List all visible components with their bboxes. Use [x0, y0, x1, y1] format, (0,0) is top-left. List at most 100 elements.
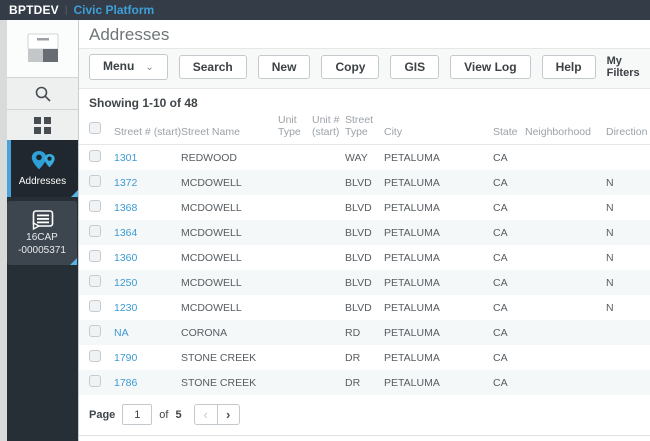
cell-street-num: 1368: [114, 195, 181, 220]
row-checkbox[interactable]: [89, 300, 101, 312]
table-body: 1301 REDWOOD WAY PETALUMA CA 1372 MCDOWE…: [79, 145, 650, 395]
total-pages: 5: [175, 408, 182, 421]
menu-button[interactable]: Menu ⌄: [89, 54, 168, 80]
sidebar-tab-record[interactable]: 16CAP -00005371: [7, 201, 77, 265]
row-checkbox[interactable]: [89, 375, 101, 387]
select-all-cell: [79, 110, 114, 145]
cell-state: CA: [493, 270, 525, 295]
cell-direction: N: [606, 170, 650, 195]
record-newspaper-icon: [32, 209, 53, 230]
street-num-link[interactable]: 1250: [114, 277, 137, 289]
cell-unit-type: [278, 220, 312, 245]
page-number-input[interactable]: [122, 404, 153, 425]
cell-street-name: MCDOWELL: [181, 301, 242, 314]
cell-city: PETALUMA: [384, 151, 440, 164]
cell-street-name: STONE CREEK: [181, 351, 257, 364]
view-log-button[interactable]: View Log: [450, 55, 531, 79]
next-page-button[interactable]: ›: [216, 404, 240, 425]
product-name-link[interactable]: Civic Platform: [73, 3, 154, 17]
street-num-link[interactable]: 1786: [114, 377, 137, 389]
cell-unit-type: [278, 245, 312, 270]
launchpad-logo-button[interactable]: [7, 20, 78, 78]
cell-state: CA: [493, 251, 508, 264]
previous-page-button[interactable]: ‹: [193, 404, 217, 425]
row-checkbox[interactable]: [89, 175, 101, 187]
search-button[interactable]: Search: [178, 55, 247, 79]
row-checkbox[interactable]: [89, 250, 101, 262]
row-checkbox[interactable]: [89, 200, 101, 212]
cell-city: PETALUMA: [384, 201, 440, 214]
sidebar-tab-addresses[interactable]: Addresses: [7, 140, 78, 197]
of-label: of: [159, 408, 169, 421]
cell-unit-num: [312, 145, 345, 171]
cell-street-type: BLVD: [345, 301, 372, 314]
street-num-link[interactable]: NA: [114, 327, 129, 339]
row-checkbox[interactable]: [89, 275, 101, 287]
cell-unit-num: [312, 270, 345, 295]
row-checkbox[interactable]: [89, 225, 101, 237]
cell-neighborhood: [525, 245, 606, 270]
cell-street-num: 1786: [114, 370, 181, 395]
street-num-link[interactable]: 1360: [114, 252, 137, 264]
page-title: Addresses: [79, 20, 650, 49]
result-count: Showing 1-10 of 48: [89, 96, 198, 110]
row-checkbox[interactable]: [89, 325, 101, 337]
open-tabs-rail: Addresses 16CAP -00005371: [7, 140, 78, 441]
street-num-link[interactable]: 1364: [114, 227, 137, 239]
cell-direction: N: [606, 270, 650, 295]
cell-unit-type: [278, 195, 312, 220]
gis-button[interactable]: GIS: [390, 55, 440, 79]
table-header-row: Street # (start) Street Name Unit Type U…: [79, 110, 650, 145]
col-direction: Direction: [606, 110, 650, 145]
copy-button[interactable]: Copy: [321, 55, 380, 79]
table-row: 1372 MCDOWELL BLVD PETALUMA CA N: [79, 170, 650, 195]
select-all-checkbox[interactable]: [89, 122, 101, 134]
record-tab-id-line2: -00005371: [18, 244, 66, 256]
apps-menu-button[interactable]: [7, 110, 78, 140]
cell-direction: [606, 370, 650, 395]
cell-state: CA: [493, 320, 525, 345]
page-label: Page: [89, 408, 116, 421]
col-unit-type: Unit Type: [278, 110, 312, 145]
cell-direction: N: [606, 301, 614, 314]
cell-unit-num: [312, 370, 345, 395]
cell-street-num: 1230: [114, 295, 181, 320]
row-select-cell: [79, 195, 114, 220]
row-checkbox[interactable]: [89, 350, 101, 362]
col-street-num: Street # (start): [114, 110, 181, 145]
cell-unit-type: [278, 320, 312, 345]
cell-state: CA: [493, 201, 508, 214]
cell-street-num: 1250: [114, 270, 181, 295]
cell-unit-num: [312, 220, 345, 245]
street-num-link[interactable]: 1301: [114, 152, 137, 164]
cell-neighborhood: [525, 370, 606, 395]
street-num-link[interactable]: 1790: [114, 352, 137, 364]
help-button[interactable]: Help: [541, 55, 596, 79]
cell-street-name: MCDOWELL: [181, 251, 242, 264]
cell-street-num: NA: [114, 320, 181, 345]
street-num-link[interactable]: 1230: [114, 302, 137, 314]
top-bar: BPTDEV | Civic Platform: [0, 0, 650, 20]
cell-city: PETALUMA: [384, 251, 440, 264]
street-num-link[interactable]: 1372: [114, 177, 137, 189]
chevron-down-icon: ⌄: [145, 62, 154, 73]
my-filters-group: My Filters --Select-- ▼: [607, 55, 650, 79]
street-num-link[interactable]: 1368: [114, 202, 137, 214]
cell-unit-num: [312, 345, 345, 370]
cell-unit-type: [278, 345, 312, 370]
cell-neighborhood: [525, 195, 606, 220]
cell-state: CA: [493, 220, 525, 245]
new-button[interactable]: New: [257, 55, 311, 79]
environment-name: BPTDEV: [9, 3, 59, 17]
cell-street-num: 1364: [114, 220, 181, 245]
my-filters-label: My Filters: [606, 55, 640, 79]
row-checkbox[interactable]: [89, 150, 101, 162]
global-search-button[interactable]: [7, 78, 78, 110]
cell-street-name: MCDOWELL: [181, 170, 278, 195]
row-select-cell: [79, 345, 114, 370]
table-row: 1368 MCDOWELL BLVD PETALUMA CA N: [79, 195, 650, 220]
col-unit-num: Unit # (start): [312, 110, 345, 145]
cell-unit-num: [312, 245, 345, 270]
row-select-cell: [79, 145, 114, 171]
table-row: 1230 MCDOWELL BLVD PETALUMA CA N: [79, 295, 650, 320]
